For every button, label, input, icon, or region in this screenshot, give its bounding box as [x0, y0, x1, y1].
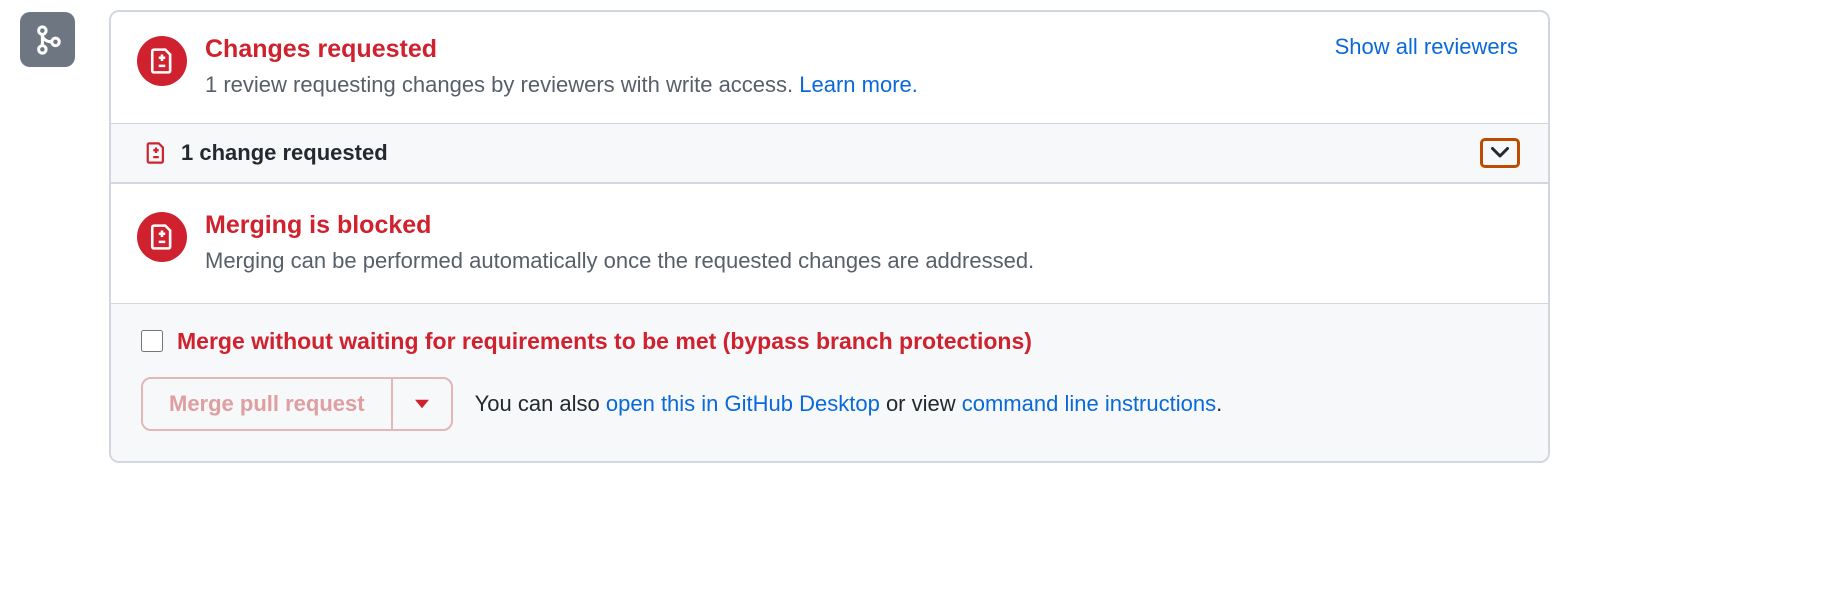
- merge-status-box: Changes requested 1 review requesting ch…: [109, 10, 1550, 463]
- merging-blocked-section: Merging is blocked Merging can be perfor…: [111, 184, 1548, 304]
- merge-options-dropdown[interactable]: [393, 379, 451, 429]
- show-all-reviewers-link[interactable]: Show all reviewers: [1335, 34, 1518, 101]
- merge-footer-section: Merge without waiting for requirements t…: [111, 304, 1548, 461]
- command-line-instructions-link[interactable]: command line instructions: [962, 391, 1216, 416]
- merge-pull-request-button[interactable]: Merge pull request: [143, 379, 393, 429]
- hint-prefix: You can also: [475, 391, 606, 416]
- open-github-desktop-link[interactable]: open this in GitHub Desktop: [606, 391, 880, 416]
- hint-middle: or view: [880, 391, 962, 416]
- caret-down-icon: [415, 399, 429, 409]
- review-summary-text: 1 change requested: [181, 140, 388, 166]
- git-merge-icon: [33, 25, 63, 55]
- file-diff-icon: [149, 224, 175, 250]
- changes-requested-section: Changes requested 1 review requesting ch…: [111, 12, 1548, 124]
- merge-button-group: Merge pull request: [141, 377, 453, 431]
- changes-requested-badge: [137, 36, 187, 86]
- changes-requested-subtitle: 1 review requesting changes by reviewers…: [205, 70, 1315, 101]
- learn-more-link[interactable]: Learn more.: [799, 72, 918, 97]
- merging-blocked-subtitle: Merging can be performed automatically o…: [205, 246, 1518, 277]
- bypass-label[interactable]: Merge without waiting for requirements t…: [177, 328, 1032, 355]
- file-diff-icon: [149, 48, 175, 74]
- expand-reviews-button[interactable]: [1480, 138, 1520, 168]
- hint-suffix: .: [1216, 391, 1222, 416]
- chevron-down-icon: [1491, 147, 1509, 159]
- merging-blocked-title: Merging is blocked: [205, 210, 1518, 240]
- changes-requested-title: Changes requested: [205, 34, 1315, 64]
- bypass-checkbox[interactable]: [141, 330, 163, 352]
- merging-blocked-badge: [137, 212, 187, 262]
- merge-alternatives-text: You can also open this in GitHub Desktop…: [475, 391, 1223, 417]
- file-diff-icon: [145, 142, 167, 164]
- timeline-merge-badge: [20, 12, 75, 67]
- review-summary-row[interactable]: 1 change requested: [111, 124, 1548, 184]
- changes-requested-text: 1 review requesting changes by reviewers…: [205, 72, 799, 97]
